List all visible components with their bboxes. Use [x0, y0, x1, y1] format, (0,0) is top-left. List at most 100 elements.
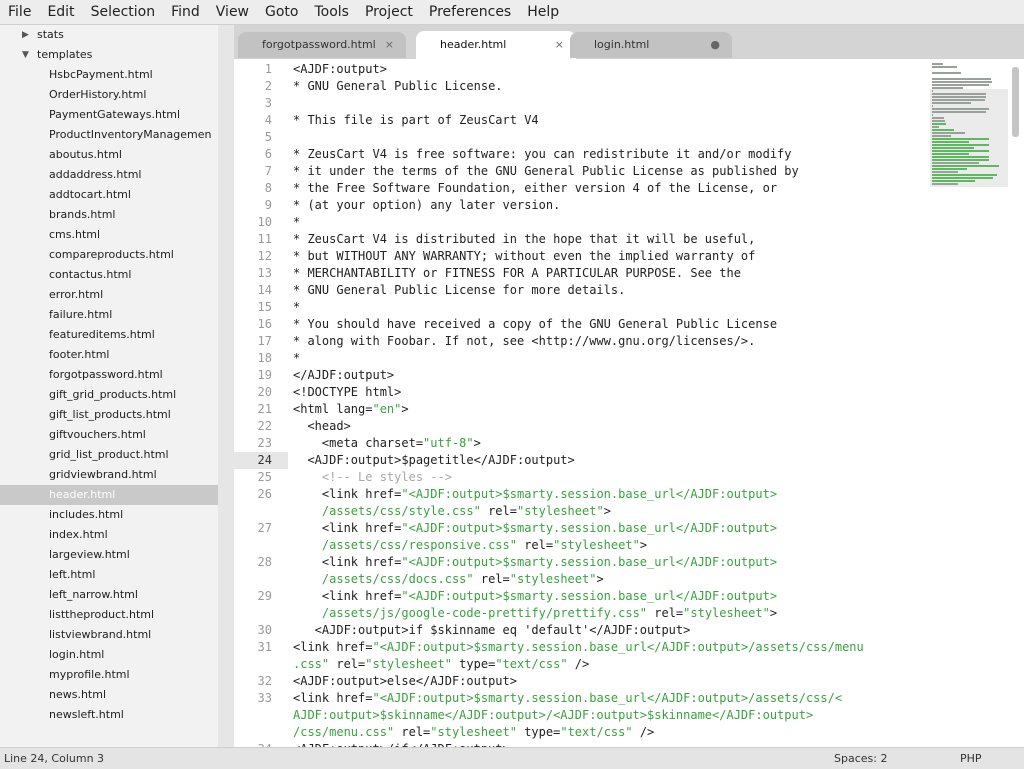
code-line[interactable]: <link href="<AJDF:output>$smarty.session… [293, 486, 777, 503]
expand-arrow-icon[interactable]: ▶ [22, 25, 29, 45]
code-line[interactable]: <link href="<AJDF:output>$smarty.session… [293, 588, 777, 605]
code-line[interactable]: * ZeusCart V4 is distributed in the hope… [293, 231, 755, 248]
tree-folder-stats[interactable]: ▶ stats [0, 25, 218, 45]
folder-label: stats [37, 28, 64, 41]
code-line[interactable]: <html lang="en"> [293, 401, 409, 418]
tree-file-item[interactable]: error.html [0, 285, 218, 305]
menu-tools[interactable]: Tools [306, 0, 357, 24]
tree-file-item[interactable]: PaymentGateways.html [0, 105, 218, 125]
menu-preferences[interactable]: Preferences [421, 0, 519, 24]
tree-file-item[interactable]: featureditems.html [0, 325, 218, 345]
tree-file-item[interactable]: addtocart.html [0, 185, 218, 205]
code-line[interactable]: <!DOCTYPE html> [293, 384, 401, 401]
code-line[interactable]: /assets/js/google-code-prettify/prettify… [293, 605, 777, 622]
tree-file-item[interactable]: brands.html [0, 205, 218, 225]
code-line[interactable]: <head> [293, 418, 350, 435]
menu-selection[interactable]: Selection [83, 0, 164, 24]
tree-file-item[interactable]: OrderHistory.html [0, 85, 218, 105]
tree-file-item[interactable]: listviewbrand.html [0, 625, 218, 645]
tree-file-item[interactable]: gift_grid_products.html [0, 385, 218, 405]
code-line[interactable]: <AJDF:output>if $skinname eq 'default'</… [293, 622, 691, 639]
tree-file-item[interactable]: myprofile.html [0, 665, 218, 685]
tree-file-item[interactable]: header.html [0, 485, 218, 505]
tree-file-item[interactable]: addaddress.html [0, 165, 218, 185]
menu-view[interactable]: View [208, 0, 257, 24]
code-line[interactable]: * along with Foobar. If not, see <http:/… [293, 333, 755, 350]
minimap[interactable] [930, 59, 1008, 747]
editor-vertical-scrollbar[interactable] [1012, 67, 1019, 137]
code-line[interactable]: <meta charset="utf-8"> [293, 435, 481, 452]
tab-header[interactable]: header.html × [416, 31, 576, 59]
code-line[interactable]: <link href="<AJDF:output>$smarty.session… [293, 554, 777, 571]
menu-goto[interactable]: Goto [257, 0, 306, 24]
tree-file-item[interactable]: cms.html [0, 225, 218, 245]
code-line[interactable]: /assets/css/style.css" rel="stylesheet"> [293, 503, 611, 520]
tree-file-item[interactable]: gridviewbrand.html [0, 465, 218, 485]
line-number: 13 [257, 266, 272, 280]
tree-file-item[interactable]: contactus.html [0, 265, 218, 285]
tab-forgotpassword[interactable]: forgotpassword.html × [238, 32, 406, 58]
close-icon[interactable]: × [385, 32, 394, 58]
indentation-setting[interactable]: Spaces: 2 [834, 748, 887, 769]
tree-file-item[interactable]: failure.html [0, 305, 218, 325]
code-line[interactable]: <AJDF:output>$pagetitle</AJDF:output> [293, 452, 574, 469]
code-editor[interactable]: 1 <AJDF:output> 2 * GNU General Public Lice… [234, 59, 1024, 747]
tree-file-item[interactable]: ProductInventoryManagemen [0, 125, 218, 145]
code-line[interactable]: /assets/css/responsive.css" rel="stylesh… [293, 537, 647, 554]
code-line[interactable]: * This file is part of ZeusCart V4 [293, 112, 539, 129]
code-line[interactable]: * but WITHOUT ANY WARRANTY; without even… [293, 248, 755, 265]
close-icon[interactable]: × [555, 31, 564, 59]
code-line[interactable]: * GNU General Public License. [293, 78, 503, 95]
code-line[interactable]: * (at your option) any later version. [293, 197, 560, 214]
unsaved-dot-icon[interactable]: ● [710, 32, 720, 58]
tree-file-item[interactable]: includes.html [0, 505, 218, 525]
tree-file-item[interactable]: giftvouchers.html [0, 425, 218, 445]
tree-file-item[interactable]: footer.html [0, 345, 218, 365]
code-line[interactable]: /css/menu.css" rel="stylesheet" type="te… [293, 724, 654, 741]
code-line[interactable]: * ZeusCart V4 is free software: you can … [293, 146, 792, 163]
tree-file-item[interactable]: gift_list_products.html [0, 405, 218, 425]
code-line[interactable]: <AJDF:output>else</AJDF:output> [293, 673, 517, 690]
menu-edit[interactable]: Edit [39, 0, 82, 24]
tree-file-item[interactable]: login.html [0, 645, 218, 665]
tree-file-item[interactable]: newsleft.html [0, 705, 218, 725]
tree-file-item[interactable]: largeview.html [0, 545, 218, 565]
tree-file-item[interactable]: left_narrow.html [0, 585, 218, 605]
code-line[interactable]: <link href="<AJDF:output>$smarty.session… [293, 690, 842, 707]
tree-file-item[interactable]: listtheproduct.html [0, 605, 218, 625]
code-line[interactable]: /assets/css/docs.css" rel="stylesheet"> [293, 571, 604, 588]
menu-find[interactable]: Find [163, 0, 208, 24]
code-line[interactable]: <link href="<AJDF:output>$smarty.session… [293, 639, 864, 656]
tab-login[interactable]: login.html ● [570, 32, 732, 58]
code-line[interactable]: * GNU General Public License for more de… [293, 282, 625, 299]
tree-file-item[interactable]: index.html [0, 525, 218, 545]
code-line[interactable]: * You should have received a copy of the… [293, 316, 777, 333]
code-line[interactable]: </AJDF:output> [293, 367, 394, 384]
code-line[interactable]: * [293, 214, 300, 231]
code-line[interactable]: AJDF:output>$skinname</AJDF:output>/<AJD… [293, 707, 813, 724]
tree-folder-templates[interactable]: ▼ templates [0, 45, 218, 65]
menu-help[interactable]: Help [519, 0, 567, 24]
tree-file-item[interactable]: left.html [0, 565, 218, 585]
line-number: 27 [257, 521, 272, 535]
code-line[interactable]: * it under the terms of the GNU General … [293, 163, 799, 180]
tree-file-item[interactable]: HsbcPayment.html [0, 65, 218, 85]
code-line[interactable]: <!-- Le styles --> [293, 469, 452, 486]
code-line[interactable]: * MERCHANTABILITY or FITNESS FOR A PARTI… [293, 265, 741, 282]
menu-project[interactable]: Project [357, 0, 421, 24]
syntax-mode[interactable]: PHP [960, 748, 982, 769]
tree-file-item[interactable]: aboutus.html [0, 145, 218, 165]
sidebar-divider[interactable] [218, 25, 234, 747]
code-line[interactable]: <AJDF:output> [293, 61, 387, 78]
menu-file[interactable]: File [0, 0, 39, 24]
code-line[interactable]: <link href="<AJDF:output>$smarty.session… [293, 520, 777, 537]
tree-file-item[interactable]: compareproducts.html [0, 245, 218, 265]
code-line[interactable]: * [293, 299, 300, 316]
tree-file-item[interactable]: forgotpassword.html [0, 365, 218, 385]
tree-file-item[interactable]: grid_list_product.html [0, 445, 218, 465]
code-line[interactable]: * the Free Software Foundation, either v… [293, 180, 777, 197]
code-line[interactable]: * [293, 350, 300, 367]
code-line[interactable]: .css" rel="stylesheet" type="text/css" /… [293, 656, 589, 673]
tree-file-item[interactable]: news.html [0, 685, 218, 705]
collapse-arrow-icon[interactable]: ▼ [22, 45, 29, 65]
